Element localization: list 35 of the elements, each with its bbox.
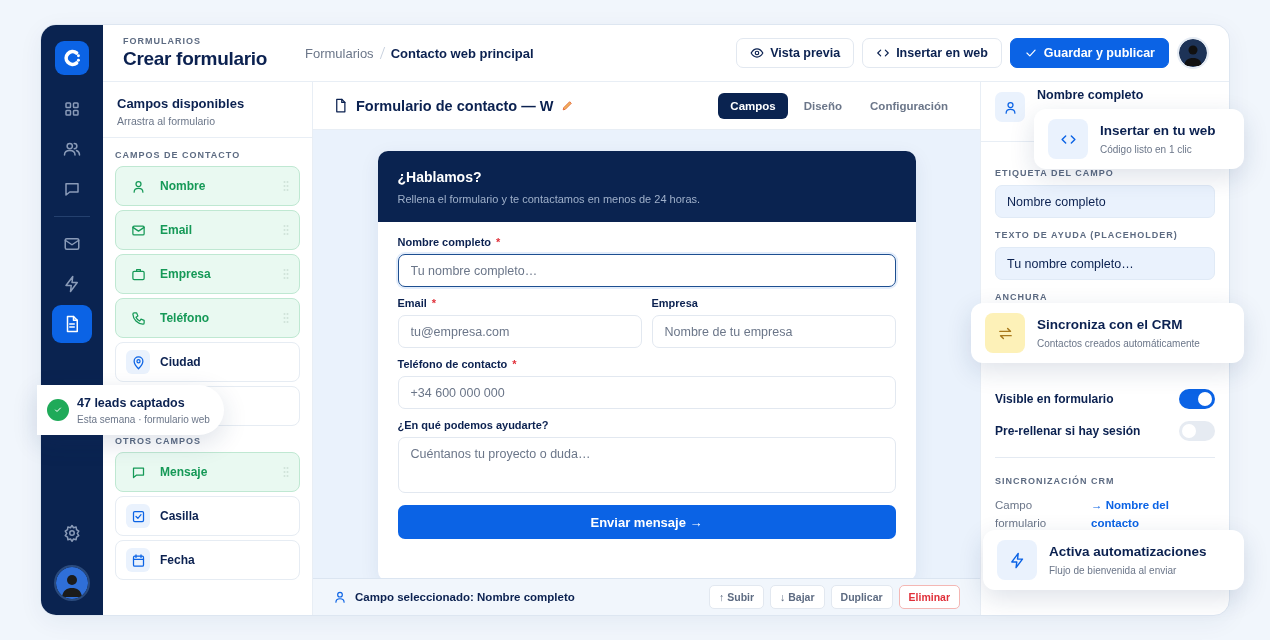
- notification-subtitle: Código listo en 1 clic: [1100, 144, 1193, 155]
- field-label: ¿En qué podemos ayudarte?: [397, 419, 549, 431]
- page-title: Crear formulario: [123, 48, 269, 70]
- field-heading: ETIQUETA DEL CAMPO: [995, 168, 1115, 178]
- field-label: Email: [397, 297, 427, 309]
- notification-title: Sincroniza con el CRM: [1037, 317, 1184, 332]
- notification-title: Insertar en tu web: [1100, 123, 1216, 138]
- group-heading: CAMPOS DE CONTACTO: [115, 150, 242, 160]
- required-mark: *: [496, 236, 501, 248]
- field-label: Nombre completo: [397, 236, 491, 248]
- toggle-label: Visible en formulario: [995, 392, 1114, 406]
- crm-field-name: Campo formulario: [995, 498, 1048, 531]
- group-heading: OTROS CAMPOS: [115, 436, 202, 446]
- breadcrumb-item: Contacto web principal: [390, 45, 534, 61]
- notification-title: Activa automatizaciones: [1049, 544, 1207, 559]
- form-title: Formulario de contacto — W: [356, 97, 554, 114]
- notification-subtitle: Contactos creados automáticamente: [1037, 338, 1200, 349]
- required-mark: *: [512, 358, 517, 370]
- toggle-label: Pre-rellenar si hay sesión: [995, 424, 1141, 438]
- required-mark: *: [431, 297, 437, 309]
- field-heading: TEXTO DE AYUDA (PLACEHOLDER): [995, 230, 1179, 240]
- form-heading: ¿Hablamos?: [397, 169, 483, 185]
- form-intro: Rellena el formulario y te contactamos en menos de 24 horas.: [397, 193, 702, 205]
- field-label: Teléfono de contacto: [397, 358, 508, 370]
- field-label: Empresa: [651, 297, 698, 309]
- section-heading: SINCRONIZACIÓN CRM: [995, 476, 1116, 486]
- notification-title: 47 leads captados: [77, 395, 186, 410]
- section-eyebrow: FORMULARIOS: [123, 36, 202, 46]
- panel-title: Nombre completo: [1037, 88, 1144, 102]
- notification-subtitle: Flujo de bienvenida al enviar: [1049, 565, 1178, 576]
- panel-subtitle: Arrastra al formulario: [117, 115, 217, 127]
- field-heading: ANCHURA: [995, 292, 1049, 302]
- panel-title: Campos disponibles: [117, 96, 246, 111]
- status-text: Campo seleccionado: Nombre completo: [355, 591, 575, 603]
- notification-subtitle: Esta semana · formulario web: [77, 413, 210, 425]
